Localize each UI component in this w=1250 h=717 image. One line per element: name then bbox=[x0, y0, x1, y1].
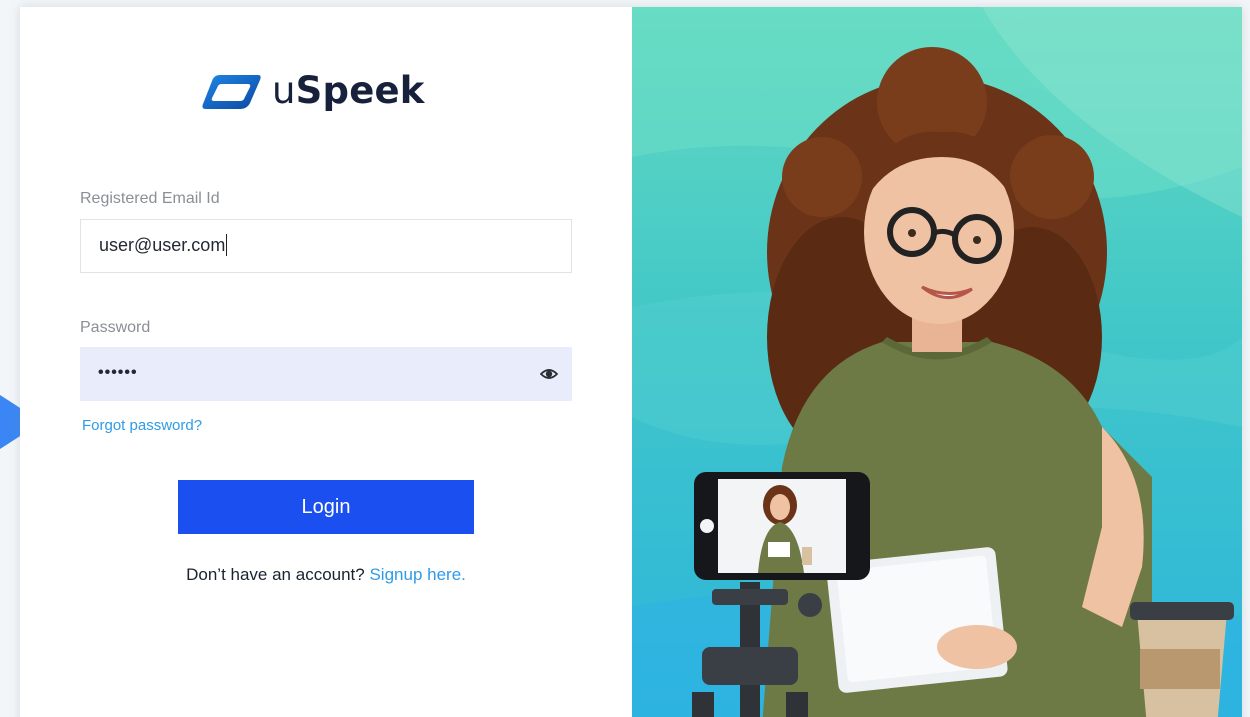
brand-logo: uSpeek bbox=[200, 69, 425, 112]
uspeek-logo-icon bbox=[202, 74, 261, 109]
login-button[interactable]: Login bbox=[178, 480, 474, 534]
login-card: uSpeek Registered Email Id user@user.com… bbox=[20, 7, 1242, 717]
signup-line: Don’t have an account? Signup here. bbox=[20, 565, 632, 585]
brand-name: uSpeek bbox=[272, 69, 425, 112]
hero-image-pane bbox=[632, 7, 1242, 717]
login-page: uSpeek Registered Email Id user@user.com… bbox=[0, 0, 1250, 717]
email-value: user@user.com bbox=[99, 235, 226, 255]
eye-icon[interactable] bbox=[540, 365, 558, 383]
password-value: •••••• bbox=[98, 364, 138, 381]
password-field[interactable]: •••••• bbox=[80, 347, 572, 401]
signup-link[interactable]: Signup here. bbox=[369, 565, 465, 584]
forgot-password-link[interactable]: Forgot password? bbox=[82, 417, 202, 434]
text-caret bbox=[226, 233, 228, 256]
email-label: Registered Email Id bbox=[80, 190, 220, 207]
email-field[interactable]: user@user.com bbox=[80, 219, 572, 273]
login-form-pane: uSpeek Registered Email Id user@user.com… bbox=[20, 7, 632, 717]
password-label: Password bbox=[80, 319, 151, 336]
signup-prompt: Don’t have an account? bbox=[186, 565, 365, 584]
hero-illustration bbox=[632, 7, 1242, 717]
